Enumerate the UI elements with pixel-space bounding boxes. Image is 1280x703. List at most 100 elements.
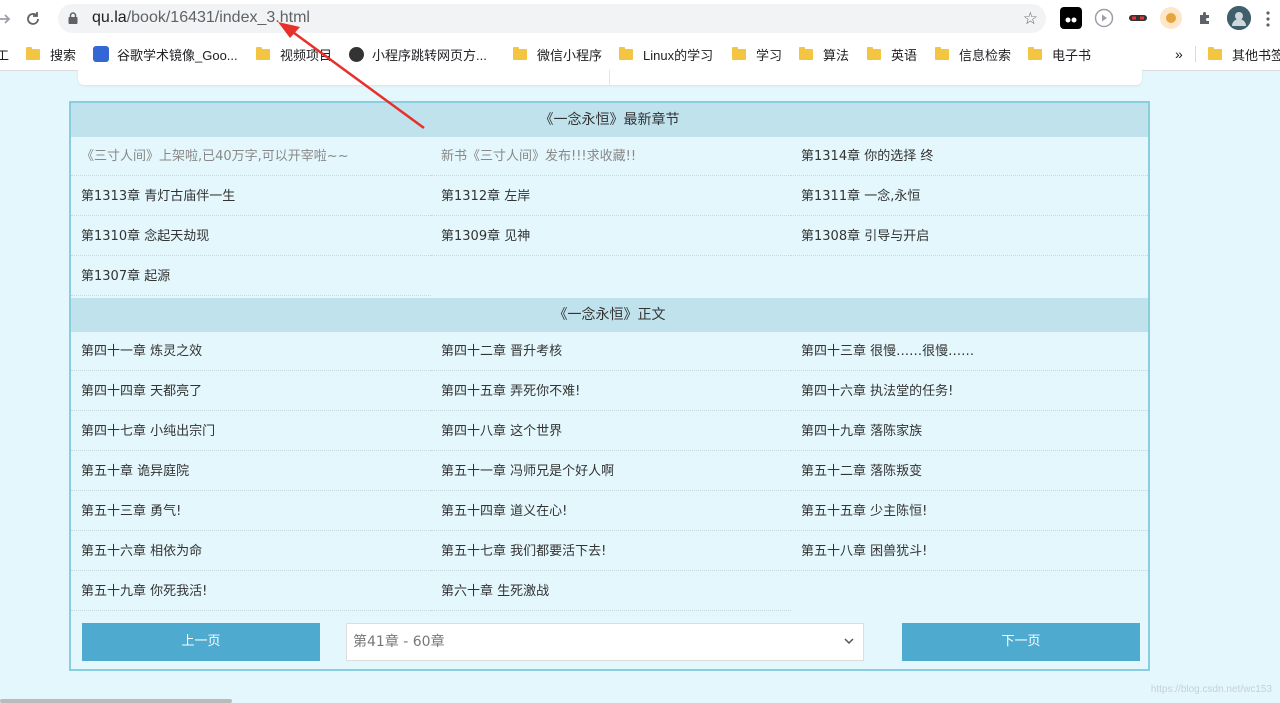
table-row: 第1313章 青灯古庙伴一生 第1312章 左岸 第1311章 一念,永恒 — [71, 177, 1148, 217]
chapter-link[interactable]: 第1312章 左岸 — [431, 177, 791, 216]
chapter-range-select[interactable]: 第41章 - 60章 — [346, 623, 864, 661]
bookmark-label: 电子书 — [1052, 47, 1092, 63]
extension-avatar-icon[interactable] — [1160, 7, 1182, 29]
chapter-link[interactable]: 第六十章 生死激战 — [431, 572, 791, 611]
bookmark-item[interactable]: 谷歌学术镜像_Goo... — [93, 45, 238, 63]
chapter-link[interactable]: 第五十二章 落陈叛变 — [791, 452, 1148, 491]
top-panel-strip — [78, 70, 1142, 85]
chapter-link[interactable]: 第四十五章 弄死你不难! — [431, 372, 791, 411]
reload-icon[interactable] — [22, 8, 44, 30]
globe-icon — [349, 46, 364, 62]
table-row: 《三寸人间》上架啦,已40万字,可以开宰啦~~ 新书《三寸人间》发布!!!求收藏… — [71, 137, 1148, 177]
overflow-label: » — [1175, 46, 1183, 62]
chevron-down-icon — [843, 624, 855, 674]
chapter-link[interactable]: 第四十六章 执法堂的任务! — [791, 372, 1148, 411]
bookmark-label: 英语 — [891, 47, 918, 63]
bookmark-label: 小程序跳转网页方... — [372, 47, 487, 63]
bookmark-star-icon[interactable]: ☆ — [1023, 9, 1038, 29]
browser-toolbar: qu.la/book/16431/index_3.html ☆ — [0, 0, 1280, 37]
bookmark-folder[interactable]: 搜索 — [26, 45, 76, 63]
table-row: 第五十六章 相依为命 第五十七章 我们都要活下去! 第五十八章 困兽犹斗! — [71, 532, 1148, 572]
chapter-link[interactable]: 第1309章 见神 — [431, 217, 791, 256]
table-row: 第1310章 念起天劫现 第1309章 见神 第1308章 引导与开启 — [71, 217, 1148, 257]
extension-play-icon[interactable] — [1093, 7, 1115, 29]
bookmark-folder[interactable]: 视频项目 — [256, 45, 332, 63]
chapter-link[interactable]: 新书《三寸人间》发布!!!求收藏!! — [431, 137, 791, 176]
bookmark-folder[interactable]: 信息检索 — [935, 45, 1011, 63]
chapter-list-container: 《一念永恒》最新章节 《三寸人间》上架啦,已40万字,可以开宰啦~~ 新书《三寸… — [69, 101, 1150, 671]
bookmark-folder[interactable]: 学习 — [732, 45, 782, 63]
bookmark-item[interactable]: 小程序跳转网页方... — [349, 45, 487, 63]
table-row: 第五十九章 你死我活! 第六十章 生死激战 — [71, 572, 1148, 612]
scholar-mirror-icon — [93, 46, 109, 62]
folder-icon — [799, 46, 813, 60]
chapter-link[interactable]: 第1314章 你的选择 终 — [791, 137, 1148, 176]
next-page-button[interactable]: 下一页 — [902, 623, 1140, 661]
chapter-link[interactable]: 第1311章 一念,永恒 — [791, 177, 1148, 216]
chapter-link[interactable]: 第四十四章 天都亮了 — [71, 372, 431, 411]
chapter-link[interactable]: 第1310章 念起天劫现 — [71, 217, 431, 256]
bookmark-folder[interactable]: 微信小程序 — [513, 45, 602, 63]
bookmarks-overflow-button[interactable]: » — [1175, 45, 1183, 63]
prev-page-button[interactable]: 上一页 — [82, 623, 320, 661]
chapter-range-value: 第41章 - 60章 — [353, 634, 445, 650]
chapter-link[interactable]: 第1313章 青灯古庙伴一生 — [71, 177, 431, 216]
profile-avatar-icon[interactable] — [1227, 6, 1251, 30]
table-row: 第五十三章 勇气! 第五十四章 道义在心! 第五十五章 少主陈恒! — [71, 492, 1148, 532]
chapter-link[interactable]: 第五十五章 少主陈恒! — [791, 492, 1148, 531]
bookmark-folder[interactable]: 电子书 — [1028, 45, 1091, 63]
bookmark-label: 其他书签 — [1232, 47, 1280, 63]
panel-divider — [609, 70, 610, 85]
table-row: 第五十章 诡异庭院 第五十一章 冯师兄是个好人啊 第五十二章 落陈叛变 — [71, 452, 1148, 492]
chapter-link[interactable]: 第五十章 诡异庭院 — [71, 452, 431, 491]
folder-icon — [619, 46, 633, 60]
menu-kebab-icon[interactable] — [1256, 8, 1280, 30]
chapter-link[interactable]: 第五十七章 我们都要活下去! — [431, 532, 791, 571]
url-path: /book/16431/index_3.html — [126, 9, 310, 26]
chapter-link[interactable]: 第四十九章 落陈家族 — [791, 412, 1148, 451]
bookmark-label: 微信小程序 — [537, 47, 603, 63]
bookmark-folder[interactable]: Linux的学习 — [619, 45, 713, 63]
bookmark-folder[interactable]: 其他书签 — [1208, 45, 1280, 63]
extensions-puzzle-icon[interactable] — [1194, 7, 1216, 29]
chapter-link[interactable]: 第五十八章 困兽犹斗! — [791, 532, 1148, 571]
table-row: 第四十四章 天都亮了 第四十五章 弄死你不难! 第四十六章 执法堂的任务! — [71, 372, 1148, 412]
bookmark-label: 学习 — [756, 47, 783, 63]
chapter-link[interactable]: 第1308章 引导与开启 — [791, 217, 1148, 256]
chapter-link[interactable]: 第四十七章 小纯出宗门 — [71, 412, 431, 451]
table-row: 第1307章 起源 — [71, 257, 1148, 297]
table-row: 第四十一章 炼灵之效 第四十二章 晋升考核 第四十三章 很慢……很慢…… — [71, 332, 1148, 372]
url-text: qu.la/book/16431/index_3.html — [92, 9, 310, 27]
bookmark-label: 算法 — [823, 47, 850, 63]
bookmark-item[interactable]: 工 — [0, 45, 9, 63]
chapter-link[interactable]: 第四十八章 这个世界 — [431, 412, 791, 451]
chapter-link[interactable]: 第五十九章 你死我活! — [71, 572, 431, 611]
latest-chapters-heading: 《一念永恒》最新章节 — [71, 103, 1148, 137]
folder-icon — [1208, 46, 1222, 60]
latest-chapters-grid: 《三寸人间》上架啦,已40万字,可以开宰啦~~ 新书《三寸人间》发布!!!求收藏… — [71, 137, 1148, 297]
bookmarks-divider — [1195, 46, 1196, 62]
bookmark-label: 信息检索 — [959, 47, 1012, 63]
chapter-link[interactable]: 第四十三章 很慢……很慢…… — [791, 332, 1148, 371]
watermark-text: https://blog.csdn.net/wc153 — [1150, 684, 1272, 695]
chapter-link[interactable]: 第1307章 起源 — [71, 257, 431, 296]
extension-mask-icon[interactable] — [1127, 7, 1149, 29]
chapter-link[interactable]: 第四十一章 炼灵之效 — [71, 332, 431, 371]
bookmark-label: 谷歌学术镜像_Goo... — [117, 47, 238, 63]
chapter-link[interactable]: 第五十三章 勇气! — [71, 492, 431, 531]
bookmark-folder[interactable]: 英语 — [867, 45, 917, 63]
chapter-link[interactable]: 第五十一章 冯师兄是个好人啊 — [431, 452, 791, 491]
bookmark-folder[interactable]: 算法 — [799, 45, 849, 63]
chapter-link[interactable]: 第四十二章 晋升考核 — [431, 332, 791, 371]
extension-tampermonkey-icon[interactable] — [1060, 7, 1082, 29]
horizontal-scrollbar[interactable] — [0, 699, 232, 703]
forward-icon[interactable] — [0, 8, 16, 30]
folder-icon — [1028, 46, 1042, 60]
folder-icon — [867, 46, 881, 60]
chapter-link[interactable]: 第五十四章 道义在心! — [431, 492, 791, 531]
chapter-link[interactable]: 《三寸人间》上架啦,已40万字,可以开宰啦~~ — [71, 137, 431, 176]
address-bar[interactable]: qu.la/book/16431/index_3.html ☆ — [58, 4, 1046, 33]
table-row: 第四十七章 小纯出宗门 第四十八章 这个世界 第四十九章 落陈家族 — [71, 412, 1148, 452]
lock-icon[interactable] — [66, 11, 80, 25]
chapter-link[interactable]: 第五十六章 相依为命 — [71, 532, 431, 571]
